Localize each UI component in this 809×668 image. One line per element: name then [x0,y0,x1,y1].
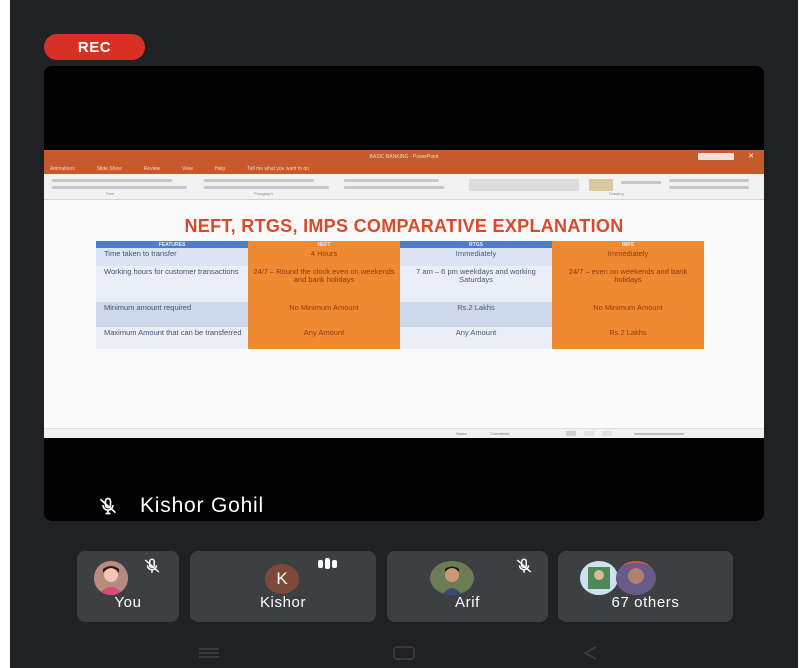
participant-tile-others[interactable]: 67 others [558,551,733,622]
close-icon: ✕ [748,153,754,160]
avatar [616,561,656,595]
table-cell: Time taken to transfer [96,248,248,266]
table-cell: Rs.2 Lakhs [400,302,552,327]
slide: NEFT, RTGS, IMPS COMPARATIVE EXPLANATION… [44,200,764,428]
avatar-initial: K [276,569,288,588]
participant-tile-arif[interactable]: Arif [387,551,548,622]
recents-icon[interactable] [198,648,220,658]
shared-screen: BASIC BANKING - PowerPoint ✕ Animations … [44,150,764,438]
table-header: IMPS [552,241,704,248]
table-cell: Immediately [400,248,552,266]
participant-label: 67 others [611,594,680,611]
table-cell: Minimum amount required [96,302,248,327]
table-cell: 24/7 – Round the clock even on weekends … [248,266,400,302]
avatar [94,561,128,595]
avatar [580,561,618,595]
table-cell: 7 am – 6 pm weekdays and working Saturda… [400,266,552,302]
home-icon[interactable] [393,646,415,660]
table-row: Time taken to transfer 4 Hours Immediate… [96,248,704,266]
ribbon-caption: Drawing [609,191,624,196]
table-header: NEFT [248,241,400,248]
ribbon: Font Paragraph Drawing [44,174,764,200]
participant-label: Arif [455,594,480,611]
table-cell: Working hours for customer transactions [96,266,248,302]
view-normal-icon [566,431,576,436]
menu-bar: Animations Slide Show Review View Help T… [44,163,764,174]
speaker-name: Kishor Gohil [140,494,264,517]
table-cell: Immediately [552,248,704,266]
view-sorter-icon [584,431,594,436]
ribbon-caption: Paragraph [254,191,273,196]
table-cell: 24/7 – even on weekends and bank holiday… [552,266,704,302]
view-reading-icon [602,431,612,436]
table-cell: Maximum Amount that can be transferred [96,327,248,349]
menu-item: Tell me what you want to do [247,165,309,172]
ribbon-drawing-group: Drawing [469,177,759,196]
zoom-slider [634,433,684,435]
table-header: RTGS [400,241,552,248]
avatar [430,561,474,595]
table-cell: No Minimum Amount [248,302,400,327]
table-cell: Any Amount [248,327,400,349]
table-row: Minimum amount required No Minimum Amoun… [96,302,704,327]
table-cell: Rs.2 Lakhs [552,327,704,349]
mic-off-icon [516,558,532,573]
table-cell: 4 Hours [248,248,400,266]
menu-item: Review [143,165,161,172]
table-row: Working hours for customer transactions … [96,266,704,302]
notes-label: Notes [456,431,467,436]
mic-off-icon [99,497,117,515]
table-row: Maximum Amount that can be transferred A… [96,327,704,349]
speaking-indicator-icon [318,558,337,569]
ribbon-paragraph-group: Paragraph [204,177,334,196]
status-bar: Notes Comments [44,428,764,438]
ribbon-layout-group [344,177,454,195]
signin-box [698,153,734,160]
recording-badge: REC [44,34,145,60]
slide-title: NEFT, RTGS, IMPS COMPARATIVE EXPLANATION [184,216,624,236]
participant-tile-you[interactable]: You [77,551,179,622]
menu-item: Slide Show [96,165,122,172]
menu-item: View [182,165,193,172]
presentation-stage[interactable]: BASIC BANKING - PowerPoint ✕ Animations … [44,66,764,521]
participant-label: Kishor [259,594,307,611]
comparison-table: FEATURES NEFT RTGS IMPS Time taken to tr… [96,241,704,349]
participant-label: You [114,594,142,611]
menu-item: Help [214,165,226,172]
table-cell: Any Amount [400,327,552,349]
system-nav-bar [10,634,798,668]
menu-item: Animations [50,165,75,172]
participant-tile-kishor[interactable]: K Kishor [190,551,376,622]
app-title: BASIC BANKING - PowerPoint [369,153,439,160]
avatar: K [265,564,299,594]
table-header: FEATURES [96,241,248,248]
ribbon-caption: Font [106,191,115,196]
comments-label: Comments [490,431,510,436]
meeting-screen: REC BASIC BANKING - PowerPoint ✕ Animati… [10,0,798,668]
table-cell: No Minimum Amount [552,302,704,327]
active-speaker: Kishor Gohil [98,492,264,520]
ribbon-font-group: Font [52,177,192,196]
mic-off-icon [144,558,160,573]
back-icon[interactable] [582,645,598,661]
app-titlebar: BASIC BANKING - PowerPoint ✕ [44,150,764,163]
